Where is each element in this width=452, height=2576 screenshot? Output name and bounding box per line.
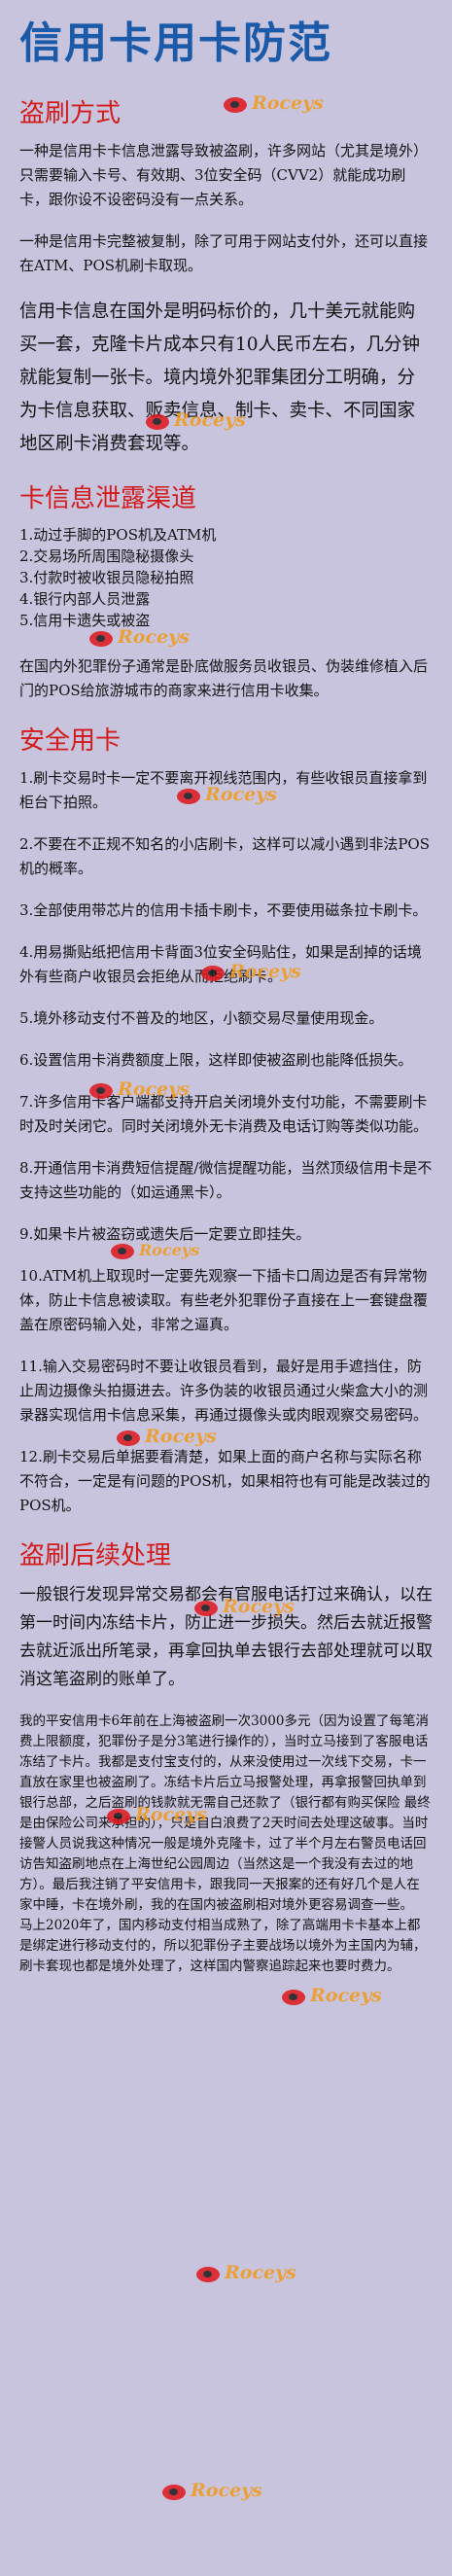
section-heading-leak-channels: 卡信息泄露渠道: [19, 484, 197, 513]
list-item: 2.交易场所周围隐秘摄像头: [19, 547, 194, 565]
list-item: 3.付款时被收银员隐秘拍照: [19, 569, 194, 586]
paragraph: 一种是信用卡完整被复制，除了可用于网站支付外，还可以直接在ATM、POS机刷卡取…: [19, 232, 429, 274]
list-item: 4.银行内部人员泄露: [19, 590, 151, 608]
list-item: 8.开通信用卡消费短信提醒/微信提醒功能，当然顶级信用卡是不支持这些功能的（如运…: [19, 1159, 433, 1201]
section-heading-fraud-methods: 盗刷方式: [19, 99, 122, 128]
list-item: 6.设置信用卡消费额度上限，这样即使被盗刷也能降低损失。: [19, 1051, 413, 1069]
page-title: 信用卡用卡防范: [19, 18, 332, 68]
paragraph: 我的平安信用卡6年前在上海被盗刷一次3000多元（因为设置了每笔消费上限额度，犯…: [19, 1713, 431, 1913]
list-item: 1.动过手脚的POS机及ATM机: [19, 526, 217, 544]
article: 信用卡用卡防范 盗刷方式 一种是信用卡卡信息泄露导致被盗刷，许多网站（尤其是境外…: [0, 0, 452, 2576]
paragraph: 马上2020年了，国内移动支付相当成熟了，除了高端用卡卡基本上都是绑定进行移动支…: [19, 1918, 427, 1974]
list-item: 12.刷卡交易后单据要看清楚，如果上面的商户名称与实际名称不符合，一定是有问题的…: [19, 1448, 431, 1514]
list-item: 11.输入交易密码时不要让收银员看到，最好是用手遮挡住，防止周边摄像头拍摄进去。…: [19, 1358, 429, 1424]
list-item: 9.如果卡片被盗窃或遗失后一定要立即挂失。: [19, 1225, 311, 1243]
list-item: 3.全部使用带芯片的信用卡插卡刷卡，不要使用磁条拉卡刷卡。: [19, 901, 428, 919]
list-item: 5.信用卡遗失或被盗: [19, 612, 151, 629]
leak-channel-list: 1.动过手脚的POS机及ATM机 2.交易场所周围隐秘摄像头 3.付款时被收银员…: [19, 524, 433, 631]
paragraph: 在国内外犯罪份子通常是卧底做服务员收银员、伪装维修植入后门的POS给旅游城市的商…: [19, 657, 429, 699]
section-heading-aftermath: 盗刷后续处理: [19, 1541, 172, 1570]
paragraph: 信用卡信息在国外是明码标价的，几十美元就能购买一套，克隆卡片成本只有10人民币左…: [19, 301, 421, 454]
list-item: 5.境外移动支付不普及的地区，小额交易尽量使用现金。: [19, 1009, 384, 1027]
paragraph: 一般银行发现异常交易都会有官服电话打过来确认，以在第一时间内冻结卡片，防止进一步…: [19, 1585, 433, 1689]
list-item: 10.ATM机上取现时一定要先观察一下插卡口周边是否有异常物体，防止卡信息被读取…: [19, 1267, 429, 1333]
list-item: 4.用易撕贴纸把信用卡背面3位安全码贴住，如果是刮掉的话境外有些商户收银员会拒绝…: [19, 943, 422, 985]
section-heading-safe-usage: 安全用卡: [19, 726, 122, 756]
list-item: 7.许多信用卡客户端都支持开启关闭境外支付功能，不需要刷卡时及时关闭它。同时关闭…: [19, 1093, 429, 1135]
list-item: 1.刷卡交易时卡一定不要离开视线范围内，有些收银员直接拿到柜台下拍照。: [19, 769, 428, 811]
list-item: 2.不要在不正规不知名的小店刷卡，这样可以减小遇到非法POS机的概率。: [19, 835, 430, 877]
paragraph: 一种是信用卡卡信息泄露导致被盗刷，许多网站（尤其是境外）只需要输入卡号、有效期、…: [19, 142, 429, 208]
